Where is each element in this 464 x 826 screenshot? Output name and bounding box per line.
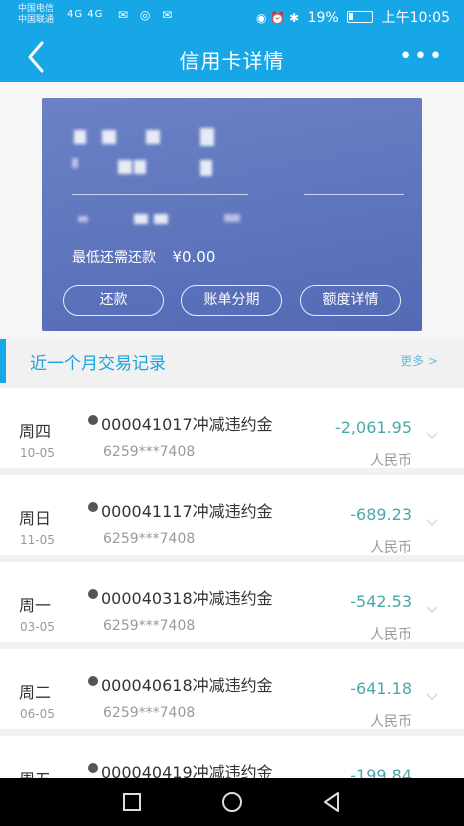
chevron-down-icon: [426, 693, 438, 701]
transaction-amount: -2,061.95: [334, 418, 412, 437]
battery-icon: [347, 11, 374, 23]
transaction-date: 06-05: [20, 707, 55, 721]
masked-info: [146, 130, 160, 144]
transaction-card-number: 6259***7408: [103, 618, 196, 634]
transaction-currency: 人民币: [370, 714, 412, 730]
min-payment-amount: ¥0.00: [172, 248, 216, 266]
masked-info: [74, 130, 86, 144]
transaction-row[interactable]: 周二 06-05 000040618冲减违约金 6259***7408 -641…: [0, 649, 464, 730]
carrier-2: 中国联通: [18, 15, 55, 25]
clock: 上午10:05: [381, 10, 450, 26]
carrier-1: 中国电信: [18, 4, 55, 14]
divider: [72, 194, 248, 195]
carrier-names: 中国电信 中国联通: [18, 4, 54, 26]
card-area: 最低还需还款 ¥0.00 还款 账单分期 额度详情: [0, 82, 464, 337]
masked-info: [134, 160, 146, 174]
transaction-list[interactable]: 周四 10-05 000041017冲减违约金 6259***7408 -2,0…: [0, 383, 464, 778]
transaction-currency: 人民币: [370, 540, 412, 556]
divider: [304, 194, 404, 195]
bullet-icon: [88, 589, 98, 599]
home-button[interactable]: [220, 790, 244, 814]
bullet-icon: [88, 763, 98, 773]
masked-info: [154, 214, 168, 224]
transaction-card-number: 6259***7408: [103, 531, 196, 547]
transaction-weekday: 周四: [19, 422, 52, 441]
bullet-icon: [88, 676, 98, 686]
signal-icon: 4G 4G: [67, 9, 104, 20]
transaction-description: 000040419冲减违约金: [101, 763, 273, 778]
transaction-currency: 人民币: [370, 627, 412, 643]
bullet-icon: [88, 502, 98, 512]
battery-percent: 19%: [307, 10, 339, 26]
transaction-row[interactable]: 周一 03-05 000040318冲减违约金 6259***7408 -542…: [0, 562, 464, 643]
min-payment-label: 最低还需还款: [72, 250, 156, 266]
section-accent-bar: [0, 339, 6, 383]
back-nav-button[interactable]: [320, 790, 344, 814]
transaction-card-number: 6259***7408: [103, 705, 196, 721]
installment-button[interactable]: 账单分期: [181, 285, 282, 316]
page-title: 信用卡详情: [179, 49, 285, 73]
chevron-down-icon: [426, 606, 438, 614]
more-menu-button[interactable]: •••: [399, 44, 444, 69]
transaction-date: 11-05: [20, 533, 55, 547]
bullet-icon: [88, 415, 98, 425]
masked-info: [200, 160, 212, 176]
status-icons: ◉ ⏰ ✱: [256, 11, 300, 25]
nav-bar: 信用卡详情 •••: [0, 32, 464, 82]
min-payment: 最低还需还款 ¥0.00: [72, 247, 215, 267]
transaction-amount: -689.23: [350, 505, 412, 524]
chevron-down-icon: [426, 519, 438, 527]
transaction-description: 000040618冲减违约金: [101, 676, 273, 695]
transaction-description: 000041017冲减违约金: [101, 415, 273, 434]
more-link[interactable]: 更多 >: [400, 352, 438, 369]
masked-info: [200, 128, 214, 146]
repay-button[interactable]: 还款: [63, 285, 164, 316]
masked-info: [78, 216, 88, 222]
masked-info: [72, 158, 78, 168]
transaction-row[interactable]: 周五 000040419冲减违约金 -199.84: [0, 736, 464, 778]
status-right: ◉ ⏰ ✱ 19% 上午10:05: [256, 7, 450, 27]
system-nav-bar: [0, 778, 464, 826]
transaction-date: 03-05: [20, 620, 55, 634]
masked-info: [118, 160, 132, 174]
transaction-row[interactable]: 周日 11-05 000041117冲减违约金 6259***7408 -689…: [0, 475, 464, 556]
transaction-amount: -199.84: [350, 766, 412, 778]
transaction-currency: 人民币: [370, 453, 412, 469]
transaction-weekday: 周二: [19, 683, 52, 702]
transaction-card-number: 6259***7408: [103, 444, 196, 460]
credit-card: 最低还需还款 ¥0.00 还款 账单分期 额度详情: [42, 98, 422, 331]
masked-info: [224, 214, 240, 222]
transaction-description: 000040318冲减违约金: [101, 589, 273, 608]
transaction-weekday: 周五: [19, 766, 51, 778]
transaction-row[interactable]: 周四 10-05 000041017冲减违约金 6259***7408 -2,0…: [0, 388, 464, 469]
chevron-down-icon: [426, 432, 438, 440]
credit-limit-button[interactable]: 额度详情: [300, 285, 401, 316]
transaction-weekday: 周一: [19, 596, 52, 615]
masked-info: [134, 214, 148, 224]
transaction-date: 10-05: [20, 446, 55, 460]
section-title: 近一个月交易记录: [30, 354, 166, 374]
masked-info: [102, 130, 116, 144]
section-header: 近一个月交易记录 更多 >: [0, 337, 464, 383]
transaction-description: 000041117冲减违约金: [101, 502, 273, 521]
transaction-amount: -542.53: [350, 592, 412, 611]
transaction-weekday: 周日: [19, 509, 52, 528]
status-bar: 中国电信 中国联通 4G 4G ✉ ◎ ✉ ◉ ⏰ ✱ 19% 上午10:05: [0, 0, 464, 32]
transaction-amount: -641.18: [350, 679, 412, 698]
recent-apps-button[interactable]: [120, 790, 144, 814]
notification-icons: ✉ ◎ ✉: [118, 8, 177, 22]
